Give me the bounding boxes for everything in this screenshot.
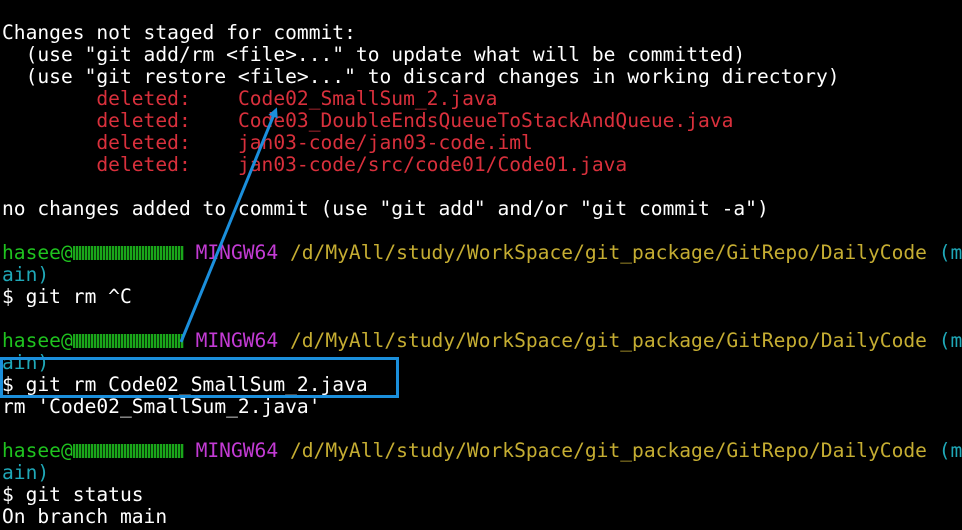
deleted-file-line: deleted: jan03-code/jan03-code.iml xyxy=(2,132,962,154)
prompt-mingw: MINGW64 xyxy=(195,440,279,462)
command-line: $ git rm Code02_SmallSum_2.java xyxy=(2,374,368,396)
command-line: $ git rm ^C xyxy=(2,286,132,308)
shell-prompt: hasee@ MINGW64 /d/MyAll/study/WorkSpace/… xyxy=(2,440,962,462)
redacted-hostname xyxy=(72,334,184,348)
deleted-file-name: Code02_SmallSum_2.java xyxy=(237,88,498,110)
deleted-file-line: deleted: Code03_DoubleEndsQueueToStackAn… xyxy=(2,110,962,132)
deleted-file-name: jan03-code/src/code01/Code01.java xyxy=(237,154,628,176)
prompt-branch-end: ain) xyxy=(2,352,50,374)
prompt-path: /d/MyAll/study/WorkSpace/git_package/Git… xyxy=(289,330,927,352)
prompt-user: hasee@ xyxy=(2,330,73,352)
redacted-hostname xyxy=(72,246,184,260)
status-hint-restore: (use "git restore <file>..." to discard … xyxy=(2,66,840,88)
deleted-file-name: jan03-code/jan03-code.iml xyxy=(237,132,533,154)
redacted-hostname xyxy=(72,444,184,458)
command-output: On branch main xyxy=(2,506,168,528)
deleted-file-line: deleted: jan03-code/src/code01/Code01.ja… xyxy=(2,154,962,176)
deleted-status: deleted: xyxy=(2,88,238,110)
prompt-mingw: MINGW64 xyxy=(195,242,279,264)
shell-prompt: hasee@ MINGW64 /d/MyAll/study/WorkSpace/… xyxy=(2,330,962,352)
shell-prompt: hasee@ MINGW64 /d/MyAll/study/WorkSpace/… xyxy=(2,242,962,264)
deleted-file-name: Code03_DoubleEndsQueueToStackAndQueue.ja… xyxy=(237,110,734,132)
deleted-status: deleted: xyxy=(2,110,238,132)
deleted-file-line: deleted: Code02_SmallSum_2.java xyxy=(2,88,962,110)
prompt-mingw: MINGW64 xyxy=(195,330,279,352)
prompt-branch-start: (m xyxy=(938,440,962,462)
status-hint-add: (use "git add/rm <file>..." to update wh… xyxy=(2,44,746,66)
deleted-status: deleted: xyxy=(2,132,238,154)
command-line: $ git status xyxy=(2,484,144,506)
prompt-path: /d/MyAll/study/WorkSpace/git_package/Git… xyxy=(289,440,927,462)
prompt-branch-end: ain) xyxy=(2,462,50,484)
terminal-output: Changes not staged for commit: (use "git… xyxy=(2,22,962,528)
prompt-branch-end: ain) xyxy=(2,264,50,286)
deleted-status: deleted: xyxy=(2,154,238,176)
prompt-user: hasee@ xyxy=(2,242,73,264)
prompt-branch-start: (m xyxy=(938,242,962,264)
command-output: rm 'Code02_SmallSum_2.java' xyxy=(2,396,321,418)
prompt-user: hasee@ xyxy=(2,440,73,462)
prompt-branch-start: (m xyxy=(938,330,962,352)
no-changes-message: no changes added to commit (use "git add… xyxy=(2,198,769,220)
status-title: Changes not staged for commit: xyxy=(2,22,356,44)
prompt-path: /d/MyAll/study/WorkSpace/git_package/Git… xyxy=(289,242,927,264)
